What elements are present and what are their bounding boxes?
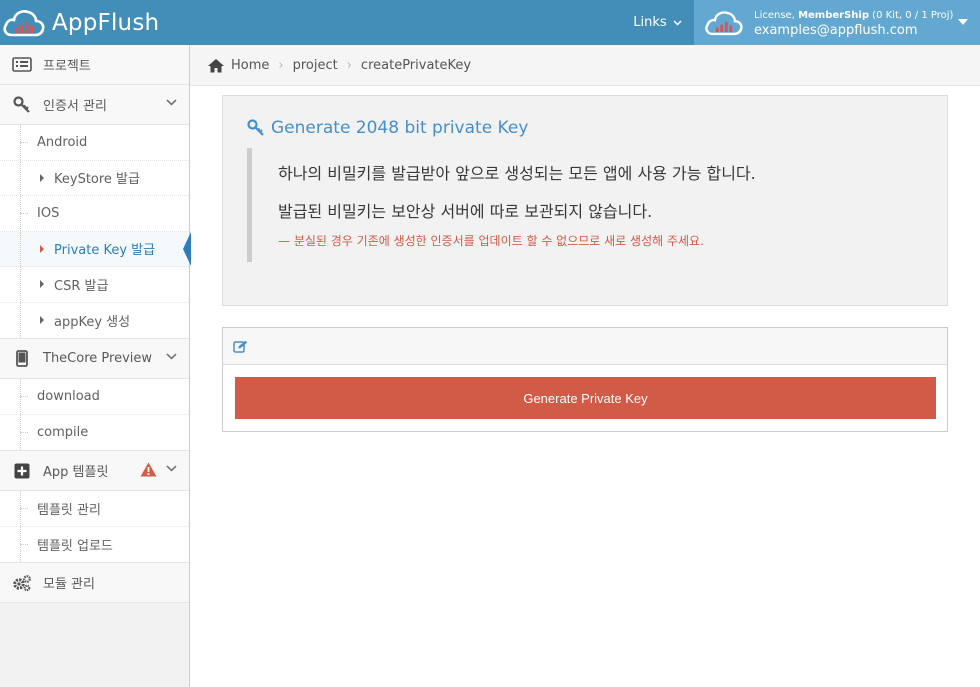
breadcrumb-separator-icon: ›	[346, 57, 352, 73]
top-navbar: AppFlush Links License, MemberShip (0 Ki…	[0, 0, 980, 45]
license-prefix: License,	[754, 9, 799, 21]
key-icon	[12, 95, 32, 114]
chevron-down-icon	[166, 353, 177, 360]
avatar	[705, 10, 743, 35]
breadcrumb-project[interactable]: project	[293, 58, 338, 73]
sidebar-item-csr[interactable]: CSR 발급	[0, 267, 189, 303]
breadcrumb-separator-icon: ›	[278, 57, 284, 73]
info-panel: Generate 2048 bit private Key 하나의 비밀키를 발…	[222, 95, 948, 306]
sidebar-item-label: TheCore Preview	[43, 351, 153, 366]
generate-private-key-button[interactable]: Generate Private Key	[235, 377, 936, 419]
sidebar-item-projects[interactable]: 프로젝트	[0, 45, 189, 85]
chevron-down-icon	[673, 19, 682, 26]
license-plan: MemberShip	[798, 9, 869, 21]
panel-title-text: Generate 2048 bit private Key	[271, 118, 529, 138]
sidebar-item-label: 템플릿 업로드	[37, 538, 113, 554]
sidebar-item-label: download	[37, 388, 100, 404]
user-menu[interactable]: License, MemberShip (0 Kit, 0 / 1 Proj) …	[694, 0, 980, 45]
template-submenu: 템플릿 관리 템플릿 업로드	[0, 491, 189, 563]
sidebar-item-label: Private Key 발급	[54, 243, 156, 259]
breadcrumb-home[interactable]: Home	[231, 58, 269, 73]
breadcrumb-current: createPrivateKey	[360, 57, 472, 73]
certs-submenu: Android KeyStore 발급 IOS Private Key 발급 C…	[0, 125, 191, 339]
sidebar-item-thecore[interactable]: TheCore Preview	[0, 339, 189, 379]
generate-key-widget: Generate Private Key	[222, 327, 948, 432]
warning-note: — 분실된 경우 기존에 생성한 인증서를 업데이트 할 수 없으므로 새로 생…	[278, 234, 704, 248]
brand[interactable]: AppFlush	[0, 0, 159, 45]
chevron-down-icon	[166, 465, 177, 472]
user-email: examples@appflush.com	[754, 22, 918, 38]
sidebar-item-label: IOS	[37, 205, 60, 221]
links-menu[interactable]: Links	[620, 0, 695, 45]
sidebar-item-label: 프로젝트	[43, 59, 91, 74]
sidebar-item-app-template[interactable]: App 템플릿	[0, 451, 189, 491]
user-info: License, MemberShip (0 Kit, 0 / 1 Proj) …	[754, 8, 953, 38]
sidebar-item-appkey[interactable]: appKey 생성	[0, 302, 189, 338]
sidebar-item-android[interactable]: Android	[0, 125, 189, 161]
widget-header	[223, 328, 947, 365]
key-icon	[247, 119, 264, 136]
links-label: Links	[633, 15, 667, 30]
sidebar-item-template-upload[interactable]: 템플릿 업로드	[0, 526, 189, 562]
sidebar-item-label: App 템플릿	[43, 465, 109, 480]
sidebar-item-label: CSR 발급	[54, 278, 109, 294]
sidebar-item-label: KeyStore 발급	[54, 172, 140, 188]
list-icon	[12, 56, 32, 74]
caret-right-icon	[40, 316, 44, 325]
home-icon	[208, 58, 224, 72]
sidebar-item-label: 템플릿 관리	[37, 502, 101, 518]
sidebar-item-template-manage[interactable]: 템플릿 관리	[0, 491, 189, 527]
sidebar-item-download[interactable]: download	[0, 379, 189, 415]
chevron-down-icon	[166, 99, 177, 106]
sidebar-item-label: 모듈 관리	[43, 577, 95, 592]
caret-right-icon	[40, 244, 44, 253]
sidebar-item-label: 인증서 관리	[43, 99, 107, 114]
sidebar-item-modules[interactable]: 모듈 관리	[0, 563, 189, 603]
info-line-1: 하나의 비밀키를 발급받아 앞으로 생성되는 모든 앱에 사용 가능 합니다.	[278, 164, 756, 183]
gears-icon	[12, 574, 32, 592]
active-marker	[183, 231, 191, 266]
warning-icon	[140, 462, 157, 477]
sidebar-item-label: appKey 생성	[54, 314, 131, 330]
panel-title: Generate 2048 bit private Key	[247, 118, 528, 138]
sidebar-item-ios[interactable]: IOS	[0, 196, 189, 232]
info-blockquote: 하나의 비밀키를 발급받아 앞으로 생성되는 모든 앱에 사용 가능 합니다. …	[247, 148, 887, 262]
cloud-logo-icon	[3, 9, 45, 36]
breadcrumb: Home › project › createPrivateKey	[190, 45, 980, 86]
caret-right-icon	[40, 173, 44, 182]
license-info: License, MemberShip (0 Kit, 0 / 1 Proj)	[754, 8, 953, 23]
license-suffix: (0 Kit, 0 / 1 Proj)	[869, 9, 954, 21]
edit-icon	[233, 340, 248, 353]
sidebar-item-keystore[interactable]: KeyStore 발급	[0, 160, 189, 196]
tablet-icon	[12, 350, 32, 368]
plus-square-icon	[12, 462, 32, 480]
sidebar-item-compile[interactable]: compile	[0, 414, 189, 450]
caret-right-icon	[40, 280, 44, 289]
info-line-2: 발급된 비밀키는 보안상 서버에 따로 보관되지 않습니다.	[278, 202, 653, 221]
thecore-submenu: download compile	[0, 379, 189, 451]
sidebar-item-private-key[interactable]: Private Key 발급	[0, 231, 191, 267]
caret-down-icon	[958, 19, 968, 25]
sidebar: 프로젝트 인증서 관리 Android KeyStore 발급 IOS Priv…	[0, 45, 191, 687]
sidebar-item-label: compile	[37, 424, 89, 440]
sidebar-item-certs[interactable]: 인증서 관리	[0, 85, 189, 125]
sidebar-item-label: Android	[37, 134, 88, 150]
app-name: AppFlush	[52, 9, 160, 36]
